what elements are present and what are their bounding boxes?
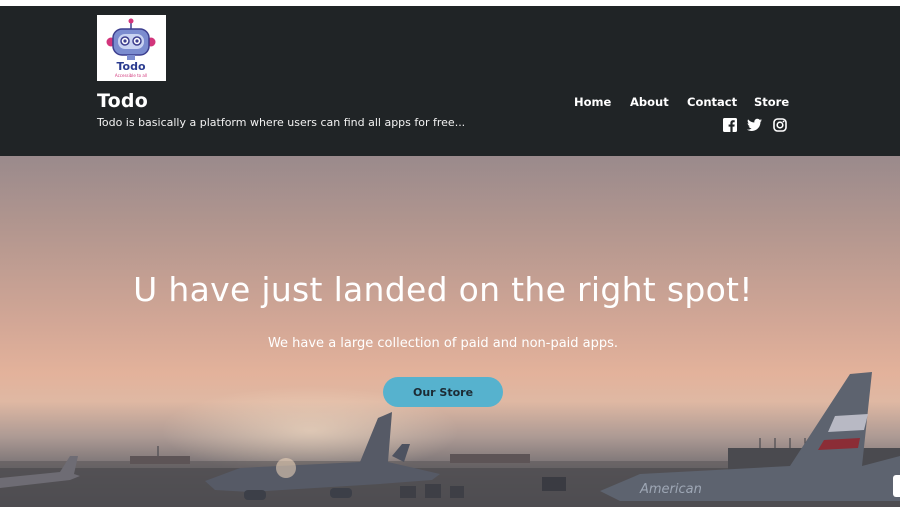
robot-logo-icon: Todo Accessible to all: [97, 15, 166, 81]
nav-home[interactable]: Home: [574, 95, 611, 109]
site-logo[interactable]: Todo Accessible to all: [97, 15, 166, 81]
twitter-icon: [747, 118, 762, 131]
hero-section: American U have just landed on the right…: [0, 156, 900, 507]
instagram-link[interactable]: [773, 118, 787, 132]
our-store-button[interactable]: Our Store: [383, 377, 503, 407]
facebook-link[interactable]: [723, 118, 737, 132]
hero-subtitle: We have a large collection of paid and n…: [267, 336, 619, 351]
hero-title: U have just landed on the right spot!: [133, 270, 753, 309]
nav-store[interactable]: Store: [754, 95, 789, 109]
site-header: Todo Accessible to all Todo Todo is basi…: [0, 6, 900, 156]
plane-livery-text: American: [639, 482, 702, 497]
twitter-link[interactable]: [747, 118, 762, 132]
instagram-icon: [773, 118, 787, 132]
airport-background-image: American: [0, 372, 900, 507]
nav-contact[interactable]: Contact: [687, 95, 737, 109]
nav-about[interactable]: About: [630, 95, 669, 109]
scroll-widget[interactable]: [893, 475, 900, 497]
logo-tagline: Accessible to all: [115, 73, 147, 78]
facebook-icon: [723, 118, 737, 132]
logo-name: Todo: [116, 60, 145, 73]
site-tagline: Todo is basically a platform where users…: [97, 116, 466, 129]
main-nav: Home About Contact Store: [0, 95, 900, 111]
